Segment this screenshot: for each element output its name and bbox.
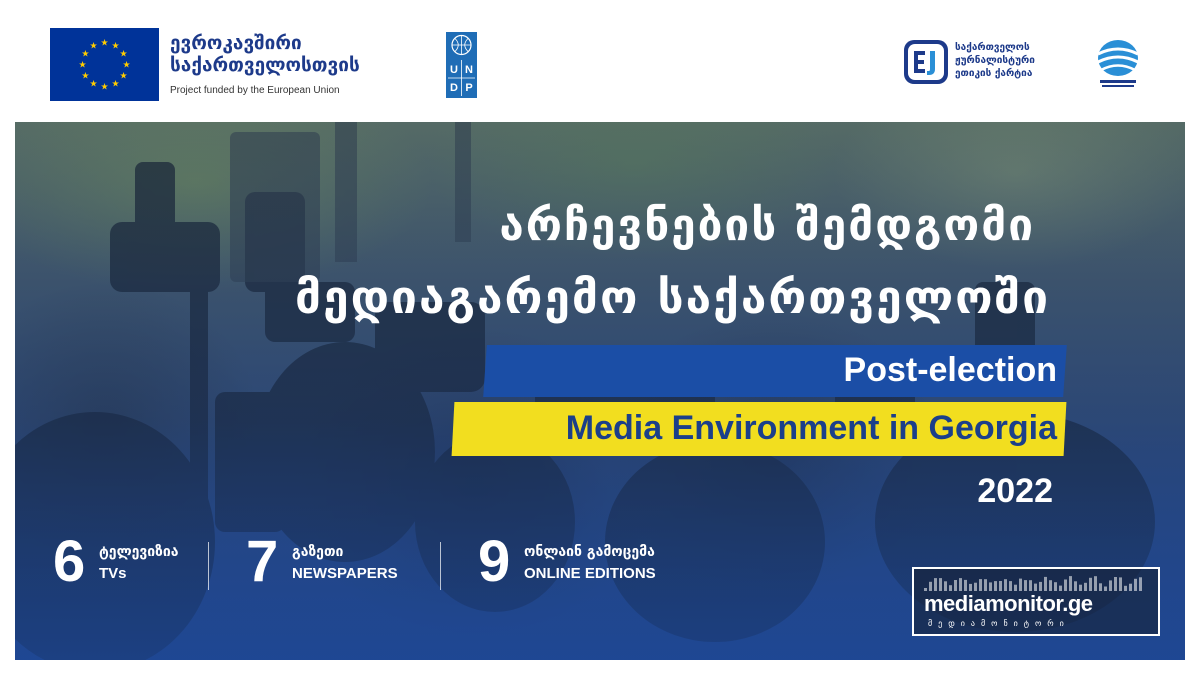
cej-emblem-icon bbox=[903, 39, 949, 85]
equalizer-bar bbox=[964, 579, 967, 591]
eu-flag-logo: ★ ★ ★ ★ ★ ★ ★ ★ ★ ★ ★ ★ bbox=[50, 28, 159, 101]
year-label: 2022 bbox=[977, 472, 1053, 510]
undp-letter-d: D bbox=[450, 82, 458, 94]
equalizer-bar bbox=[939, 578, 942, 591]
stat-newspapers: 7 გაზეთი NEWSPAPERS bbox=[246, 532, 446, 592]
cej-line-2: ჟურნალისტური bbox=[955, 55, 1035, 66]
title-georgian-line-2: მედიაგარემო საქართველოში bbox=[294, 270, 1050, 324]
header: ★ ★ ★ ★ ★ ★ ★ ★ ★ ★ ★ ★ ევროკავშირი საქართველოსთვის… bbox=[0, 0, 1200, 122]
stat-number: 6 bbox=[53, 529, 86, 594]
stat-tvs: 6 ტელევიზია TVs bbox=[53, 532, 223, 592]
stat-label-ka: ონლაინ გამოცემა bbox=[524, 544, 655, 560]
eu-line-1: ევროკავშირი bbox=[170, 32, 302, 54]
equalizer-bar bbox=[979, 579, 982, 591]
equalizer-bar bbox=[974, 582, 977, 591]
eu-star-icon: ★ bbox=[89, 80, 97, 90]
undp-logo: U N D P bbox=[446, 32, 477, 98]
equalizer-bar bbox=[1044, 576, 1047, 591]
equalizer-bar bbox=[1109, 580, 1112, 591]
cej-logo: საქართველოს ჟურნალისტური ეთიკის ქარტია bbox=[897, 35, 1057, 95]
equalizer-bar bbox=[1049, 580, 1052, 591]
equalizer-bar bbox=[1114, 577, 1117, 591]
globe-icon bbox=[1088, 30, 1148, 92]
equalizer-bar bbox=[1099, 583, 1102, 591]
equalizer-bar bbox=[999, 581, 1002, 591]
eu-star-icon: ★ bbox=[122, 61, 130, 71]
equalizer-bar bbox=[1129, 583, 1132, 591]
equalizer-bar bbox=[1069, 576, 1072, 591]
equalizer-bar bbox=[1029, 580, 1032, 591]
undp-letter-p: P bbox=[465, 82, 472, 94]
equalizer-bar bbox=[944, 581, 947, 591]
eu-star-icon: ★ bbox=[89, 41, 97, 51]
stat-label-en: NEWSPAPERS bbox=[292, 565, 398, 582]
cej-text: საქართველოს ჟურნალისტური ეთიკის ქარტია bbox=[955, 41, 1035, 80]
equalizer-bar bbox=[969, 583, 972, 591]
title-georgian-line-1: არჩევნების შემდგომი bbox=[499, 200, 1035, 251]
equalizer-bar bbox=[929, 581, 932, 591]
equalizer-bar bbox=[1094, 576, 1097, 591]
equalizer-bar bbox=[934, 578, 937, 591]
equalizer-bar bbox=[994, 581, 997, 591]
equalizer-bar bbox=[1074, 581, 1077, 591]
equalizer-bar bbox=[1034, 583, 1037, 591]
eu-star-icon: ★ bbox=[81, 50, 89, 60]
equalizer-bar bbox=[1054, 582, 1057, 591]
equalizer-bar bbox=[1089, 577, 1092, 591]
cej-line-3: ეთიკის ქარტია bbox=[955, 68, 1033, 79]
eu-logo-text: ევროკავშირი საქართველოსთვის Project fund… bbox=[170, 32, 360, 96]
equalizer-bar bbox=[1009, 581, 1012, 591]
equalizer-bar bbox=[1019, 578, 1022, 591]
equalizer-bar bbox=[954, 580, 957, 591]
stat-divider bbox=[440, 542, 441, 590]
undp-letter-n: N bbox=[465, 64, 473, 76]
title-english-line-2: Media Environment in Georgia bbox=[565, 409, 1057, 447]
stat-number: 7 bbox=[246, 529, 279, 594]
equalizer-bar bbox=[1134, 578, 1137, 591]
eu-star-icon: ★ bbox=[120, 72, 128, 82]
eu-star-icon: ★ bbox=[100, 39, 108, 49]
equalizer-bar bbox=[1064, 579, 1067, 591]
eu-star-icon: ★ bbox=[81, 72, 89, 82]
stat-divider bbox=[208, 542, 209, 590]
stat-online-editions: 9 ონლაინ გამოცემა ONLINE EDITIONS bbox=[478, 532, 698, 592]
mediamonitor-name: mediamonitor.ge bbox=[924, 591, 1093, 616]
hero-banner: არჩევნების შემდგომი მედიაგარემო საქართვე… bbox=[15, 122, 1185, 660]
mediamonitor-tagline: მედიამონიტორი bbox=[928, 619, 1070, 628]
stat-label-en: ONLINE EDITIONS bbox=[524, 565, 656, 582]
equalizer-bar bbox=[1104, 586, 1107, 591]
eu-subtitle: Project funded by the European Union bbox=[170, 85, 340, 96]
equalizer-bar bbox=[1124, 585, 1127, 591]
stat-label-en: TVs bbox=[99, 565, 127, 582]
equalizer-bar bbox=[1119, 577, 1122, 591]
eu-line-2: საქართველოსთვის bbox=[170, 54, 360, 76]
equalizer-bar bbox=[1039, 581, 1042, 591]
eu-star-icon: ★ bbox=[100, 83, 108, 93]
equalizer-bar bbox=[1004, 579, 1007, 591]
equalizer-bar bbox=[984, 579, 987, 591]
mediamonitor-logo: mediamonitor.ge მედიამონიტორი bbox=[912, 567, 1160, 636]
stat-label-ka: გაზეთი bbox=[292, 544, 344, 560]
eu-star-icon: ★ bbox=[111, 41, 119, 51]
eu-star-icon: ★ bbox=[78, 61, 86, 71]
equalizer-bar bbox=[1139, 577, 1142, 591]
equalizer-bar bbox=[1084, 582, 1087, 591]
eu-star-icon: ★ bbox=[120, 50, 128, 60]
eu-star-icon: ★ bbox=[111, 80, 119, 90]
equalizer-bar bbox=[1024, 580, 1027, 591]
stat-label-ka: ტელევიზია bbox=[99, 544, 179, 560]
stat-number: 9 bbox=[478, 529, 511, 594]
title-english-line-1: Post-election bbox=[843, 351, 1057, 389]
equalizer-bar bbox=[989, 582, 992, 591]
cej-line-1: საქართველოს bbox=[955, 42, 1030, 53]
equalizer-bar bbox=[959, 578, 962, 591]
undp-letter-u: U bbox=[450, 64, 458, 76]
